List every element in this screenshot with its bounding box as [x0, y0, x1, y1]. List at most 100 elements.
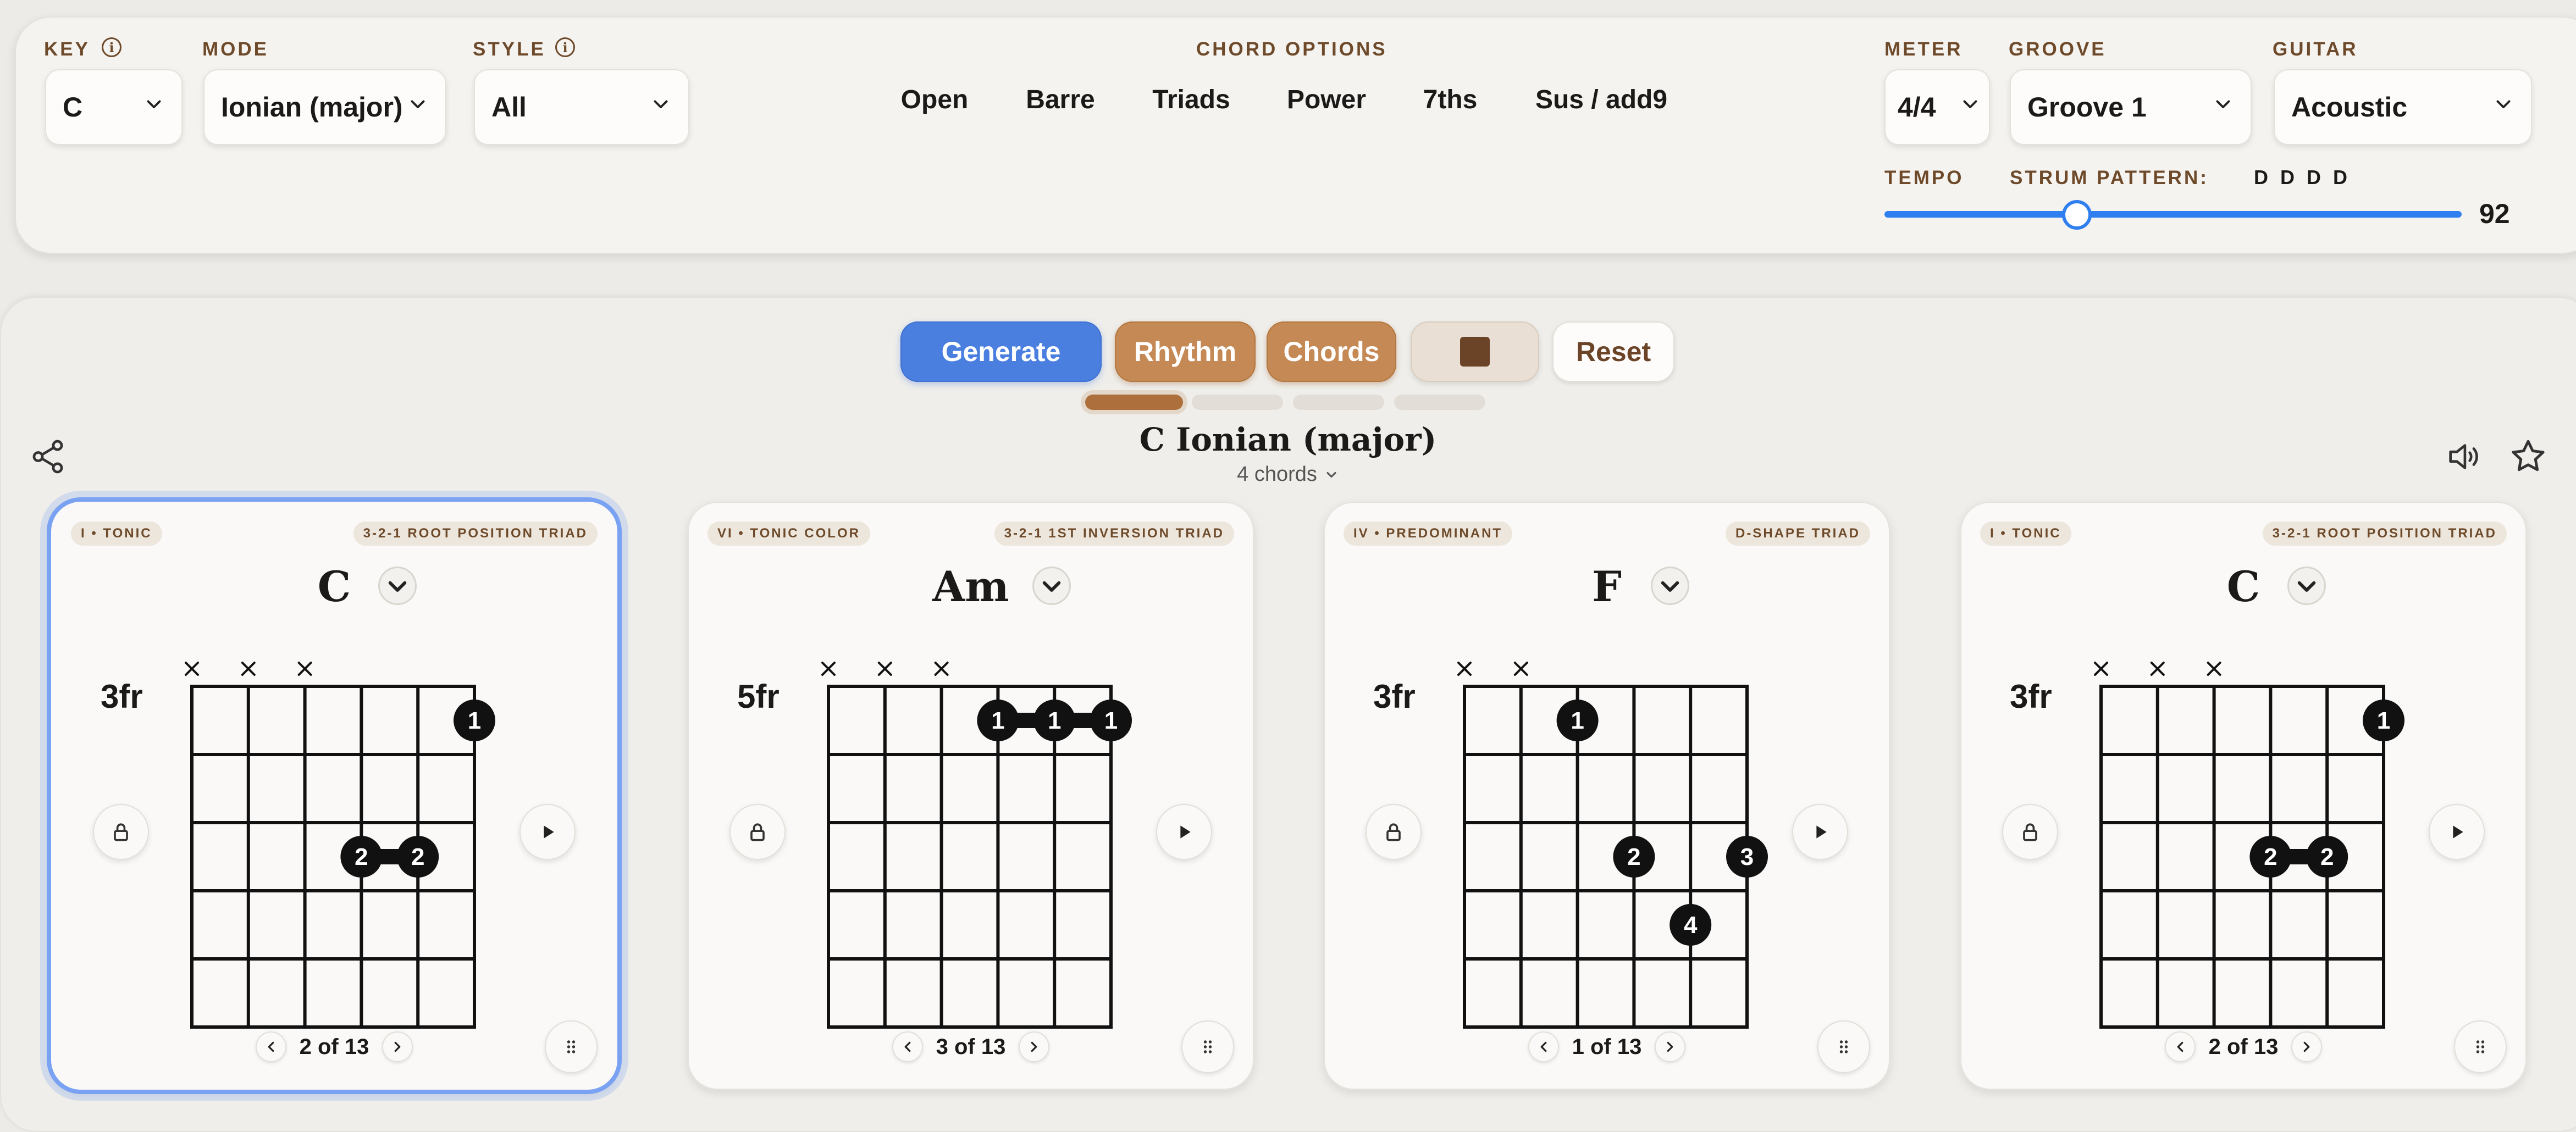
- generate-label: Generate: [941, 336, 1061, 367]
- fret-position: 3fr: [2010, 678, 2052, 715]
- drag-handle[interactable]: [1181, 1020, 1234, 1073]
- style-select[interactable]: All: [474, 69, 689, 145]
- chip-label: Sus / add9: [1535, 85, 1668, 114]
- chevron-right-icon: [1031, 1041, 1037, 1052]
- drag-handle[interactable]: [2454, 1020, 2507, 1073]
- rhythm-button[interactable]: Rhythm: [1115, 321, 1256, 382]
- chord-variant-dropdown[interactable]: [1032, 567, 1071, 605]
- chip-open[interactable]: Open: [880, 73, 990, 126]
- stop-button[interactable]: [1411, 321, 1539, 382]
- chip-label: Triads: [1152, 85, 1230, 114]
- generate-button[interactable]: Generate: [900, 321, 1102, 382]
- chip-triads[interactable]: Triads: [1130, 73, 1252, 126]
- drag-handle[interactable]: [1817, 1020, 1870, 1073]
- next-voicing-button[interactable]: [2291, 1031, 2323, 1062]
- voicing-pager: 2 of 13: [51, 1030, 617, 1063]
- next-voicing-button[interactable]: [1655, 1031, 1686, 1062]
- lock-icon: [1386, 823, 1401, 841]
- lock-button[interactable]: [93, 804, 149, 860]
- chords-button[interactable]: Chords: [1267, 321, 1396, 382]
- drag-handle[interactable]: [545, 1020, 598, 1073]
- voicing-index: 1 of 13: [1572, 1034, 1642, 1059]
- guitar-value: Acoustic: [2291, 92, 2408, 123]
- style-info-icon[interactable]: i: [555, 37, 575, 57]
- share-icon[interactable]: [29, 437, 67, 476]
- chip-barre[interactable]: Barre: [1004, 73, 1117, 126]
- grip-dots-icon: [567, 1040, 576, 1053]
- voicing-index: 3 of 13: [936, 1034, 1006, 1059]
- play-chord-button[interactable]: [1792, 804, 1848, 860]
- style-label: STYLE: [473, 38, 546, 60]
- meter-value: 4/4: [1898, 92, 1936, 123]
- speaker-icon[interactable]: [2444, 437, 2483, 476]
- finger-number: 3: [1740, 844, 1754, 870]
- next-voicing-button[interactable]: [1019, 1031, 1050, 1062]
- chip-power[interactable]: Power: [1265, 73, 1387, 126]
- lock-icon: [2023, 823, 2037, 841]
- finger-number: 1: [1048, 707, 1061, 734]
- lock-button[interactable]: [2002, 804, 2058, 860]
- chord-card[interactable]: VI • TONIC COLOR 3-2-1 1ST INVERSION TRI…: [688, 502, 1254, 1090]
- muted-string-mark: [1457, 662, 1472, 676]
- prev-voicing-button[interactable]: [255, 1031, 286, 1062]
- chords-label: Chords: [1283, 336, 1380, 367]
- chevron-right-icon: [394, 1041, 401, 1052]
- chord-variant-dropdown[interactable]: [1651, 567, 1689, 605]
- chip-label: Power: [1286, 85, 1367, 114]
- key-value: C: [63, 92, 83, 123]
- chord-variant-dropdown[interactable]: [2287, 567, 2326, 605]
- chord-variant-dropdown[interactable]: [378, 567, 417, 605]
- meter-select[interactable]: 4/4: [1884, 69, 1990, 145]
- chip-7ths[interactable]: 7ths: [1401, 73, 1500, 126]
- muted-string-mark: [2094, 662, 2108, 676]
- tempo-slider-thumb[interactable]: [2062, 200, 2092, 230]
- key-info-icon[interactable]: i: [102, 37, 121, 57]
- chevron-left-icon: [2177, 1041, 2183, 1052]
- prev-voicing-button[interactable]: [892, 1031, 923, 1062]
- muted-string-mark: [934, 662, 949, 676]
- finger-number: 2: [2264, 844, 2277, 870]
- voicing-tag: 3-2-1 ROOT POSITION TRIAD: [353, 521, 598, 546]
- fret-position: 3fr: [101, 678, 143, 715]
- finger-number: 4: [1684, 912, 1698, 939]
- play-chord-button[interactable]: [519, 804, 576, 860]
- chord-card[interactable]: I • TONIC 3-2-1 ROOT POSITION TRIAD C 3f…: [1960, 502, 2527, 1090]
- lock-button[interactable]: [1366, 804, 1422, 860]
- chevron-down-icon: [2496, 100, 2511, 108]
- chord-count-toggle[interactable]: 4 chords: [1209, 463, 1367, 486]
- chevron-down-icon: [147, 100, 161, 108]
- prev-voicing-button[interactable]: [1528, 1031, 1559, 1062]
- chord-name: F: [1592, 562, 1622, 611]
- voicing-tag: 3-2-1 ROOT POSITION TRIAD: [2262, 521, 2507, 546]
- chip-label: Open: [900, 85, 969, 114]
- groove-select[interactable]: Groove 1: [2010, 69, 2252, 145]
- finger-number: 1: [468, 707, 481, 734]
- chevron-right-icon: [1667, 1041, 1673, 1052]
- tempo-slider-track[interactable]: [1884, 211, 2462, 218]
- voicing-pager: 3 of 13: [688, 1030, 1254, 1063]
- lock-icon: [750, 823, 765, 841]
- chord-function-tag: I • TONIC: [1980, 521, 2071, 546]
- prev-voicing-button[interactable]: [2164, 1031, 2196, 1062]
- chord-name: Am: [932, 562, 1009, 611]
- fretboard-diagram: 1 2 2: [2094, 662, 2404, 1029]
- meter-label: METER: [1884, 38, 1963, 60]
- mode-select[interactable]: Ionian (major): [203, 69, 446, 145]
- finger-number: 1: [1104, 707, 1118, 734]
- progress-segment: [1293, 395, 1384, 410]
- finger-number: 2: [1627, 844, 1640, 870]
- chip-sus-add9[interactable]: Sus / add9: [1513, 73, 1690, 126]
- next-voicing-button[interactable]: [382, 1031, 413, 1062]
- muted-string-mark: [1513, 662, 1528, 676]
- reset-button[interactable]: Reset: [1552, 321, 1674, 382]
- guitar-select[interactable]: Acoustic: [2274, 69, 2532, 145]
- chord-card[interactable]: I • TONIC 3-2-1 ROOT POSITION TRIAD C 3f…: [51, 502, 617, 1090]
- key-select[interactable]: C: [45, 69, 183, 145]
- mode-label: MODE: [202, 38, 269, 60]
- play-chord-button[interactable]: [1156, 804, 1212, 860]
- lock-button[interactable]: [729, 804, 786, 860]
- play-chord-button[interactable]: [2429, 804, 2485, 860]
- chord-card[interactable]: IV • PREDOMINANT D-SHAPE TRIAD F 3fr 1 o…: [1324, 502, 1890, 1090]
- chord-options-label: CHORD OPTIONS: [1196, 38, 1387, 60]
- star-icon[interactable]: [2508, 436, 2549, 477]
